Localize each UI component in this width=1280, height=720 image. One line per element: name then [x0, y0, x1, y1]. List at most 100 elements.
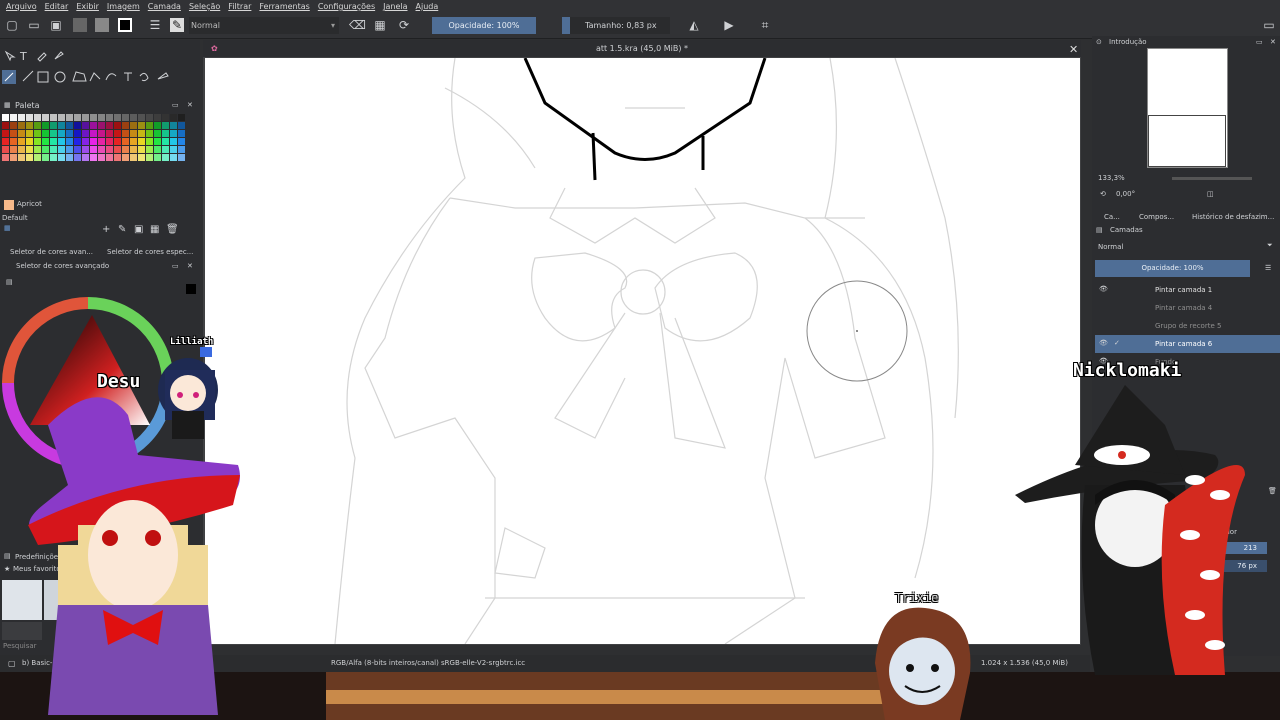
- palette-swatch[interactable]: [130, 138, 137, 145]
- palette-swatch[interactable]: [26, 138, 33, 145]
- menu-imagem[interactable]: Imagem: [107, 2, 140, 11]
- palette-swatch[interactable]: [58, 146, 65, 153]
- palette-swatch[interactable]: [82, 122, 89, 129]
- palette-swatch[interactable]: [10, 114, 17, 121]
- palette-swatch[interactable]: [146, 154, 153, 161]
- palette-swatch[interactable]: [130, 154, 137, 161]
- palette-swatch[interactable]: [74, 114, 81, 121]
- palette-swatch[interactable]: [98, 138, 105, 145]
- gradient-icon[interactable]: [73, 18, 87, 32]
- wrap-around-icon[interactable]: ⌗: [758, 18, 772, 32]
- palette-swatch[interactable]: [74, 138, 81, 145]
- palette-swatch[interactable]: [178, 154, 185, 161]
- palette-swatch[interactable]: [122, 138, 129, 145]
- palette-swatch-grid[interactable]: [2, 114, 188, 168]
- open-folder-icon[interactable]: ▭: [27, 18, 41, 32]
- palette-swatch[interactable]: [122, 146, 129, 153]
- palette-swatch[interactable]: [2, 114, 9, 121]
- palette-swatch[interactable]: [114, 138, 121, 145]
- palette-swatch[interactable]: [114, 114, 121, 121]
- palette-swatch[interactable]: [130, 114, 137, 121]
- palette-swatch[interactable]: [98, 146, 105, 153]
- palette-swatch[interactable]: [50, 130, 57, 137]
- palette-swatch[interactable]: [122, 114, 129, 121]
- palette-swatch[interactable]: [178, 114, 185, 121]
- palette-swatch[interactable]: [26, 146, 33, 153]
- grid-view-icon[interactable]: ▦: [150, 224, 159, 235]
- palette-swatch[interactable]: [114, 130, 121, 137]
- palette-swatch[interactable]: [138, 122, 145, 129]
- save-palette-icon[interactable]: ▣: [134, 224, 143, 235]
- palette-swatch[interactable]: [154, 122, 161, 129]
- palette-swatch[interactable]: [26, 130, 33, 137]
- palette-swatch[interactable]: [170, 114, 177, 121]
- palette-swatch[interactable]: [26, 114, 33, 121]
- palette-swatch[interactable]: [82, 154, 89, 161]
- palette-swatch[interactable]: [146, 122, 153, 129]
- menu-arquivo[interactable]: Arquivo: [6, 2, 37, 11]
- dock-tab-3[interactable]: Histórico de desfazim...: [1192, 213, 1274, 221]
- palette-swatch[interactable]: [2, 130, 9, 137]
- palette-swatch[interactable]: [90, 138, 97, 145]
- palette-swatch[interactable]: [170, 122, 177, 129]
- palette-swatch[interactable]: [178, 130, 185, 137]
- preserve-alpha-icon[interactable]: ▦: [373, 18, 387, 32]
- palette-swatch[interactable]: [162, 154, 169, 161]
- palette-swatch[interactable]: [154, 146, 161, 153]
- palette-swatch[interactable]: [146, 114, 153, 121]
- palette-swatch[interactable]: [50, 154, 57, 161]
- palette-swatch[interactable]: [74, 130, 81, 137]
- palette-swatch[interactable]: [42, 122, 49, 129]
- palette-swatch[interactable]: [98, 114, 105, 121]
- palette-swatch[interactable]: [2, 138, 9, 145]
- close-icon[interactable]: ✕: [187, 262, 193, 270]
- mirror-view-icon[interactable]: ◫: [1207, 190, 1214, 198]
- palette-swatch[interactable]: [66, 122, 73, 129]
- blend-mode-select[interactable]: Normal: [189, 17, 339, 34]
- brush-preset-icon[interactable]: ✎: [170, 18, 184, 32]
- menu-configuracoes[interactable]: Configurações: [318, 2, 375, 11]
- palette-swatch[interactable]: [106, 154, 113, 161]
- palette-swatch[interactable]: [50, 122, 57, 129]
- palette-swatch[interactable]: [18, 138, 25, 145]
- opacity-slider[interactable]: Opacidade: 100%: [432, 17, 536, 34]
- palette-swatch[interactable]: [34, 122, 41, 129]
- palette-swatch[interactable]: [90, 154, 97, 161]
- delete-swatch-icon[interactable]: 🗑: [166, 224, 179, 235]
- window-layout-icon[interactable]: ▭: [1262, 18, 1276, 32]
- menu-exibir[interactable]: Exibir: [76, 2, 99, 11]
- edit-swatch-icon[interactable]: ✎: [118, 224, 126, 235]
- palette-swatch[interactable]: [138, 130, 145, 137]
- palette-swatch[interactable]: [106, 122, 113, 129]
- palette-swatch[interactable]: [34, 130, 41, 137]
- palette-swatch[interactable]: [114, 154, 121, 161]
- color-selector-tab-2[interactable]: Seletor de cores espec...: [107, 248, 193, 256]
- float-icon[interactable]: ▭: [172, 101, 179, 109]
- palette-swatch[interactable]: [138, 138, 145, 145]
- new-document-icon[interactable]: ▢: [5, 18, 19, 32]
- layer-row[interactable]: Pintar camada 1: [1095, 281, 1280, 299]
- menu-editar[interactable]: Editar: [45, 2, 69, 11]
- palette-swatch[interactable]: [2, 122, 9, 129]
- palette-swatch[interactable]: [138, 154, 145, 161]
- palette-swatch[interactable]: [170, 130, 177, 137]
- palette-swatch[interactable]: [74, 154, 81, 161]
- palette-swatch[interactable]: [74, 122, 81, 129]
- palette-swatch[interactable]: [98, 130, 105, 137]
- palette-swatch[interactable]: [178, 122, 185, 129]
- palette-swatch[interactable]: [2, 146, 9, 153]
- menu-ferramentas[interactable]: Ferramentas: [259, 2, 309, 11]
- palette-swatch[interactable]: [114, 146, 121, 153]
- reload-preset-icon[interactable]: ⟳: [397, 18, 411, 32]
- palette-swatch[interactable]: [154, 138, 161, 145]
- palette-swatch[interactable]: [34, 138, 41, 145]
- palette-swatch[interactable]: [154, 114, 161, 121]
- palette-swatch[interactable]: [50, 138, 57, 145]
- foreground-background-color-icon[interactable]: [118, 18, 132, 32]
- close-document-icon[interactable]: ✕: [1069, 43, 1078, 56]
- palette-swatch[interactable]: [106, 138, 113, 145]
- palette-swatch[interactable]: [130, 130, 137, 137]
- palette-swatch[interactable]: [42, 138, 49, 145]
- palette-swatch[interactable]: [42, 146, 49, 153]
- palette-swatch[interactable]: [50, 114, 57, 121]
